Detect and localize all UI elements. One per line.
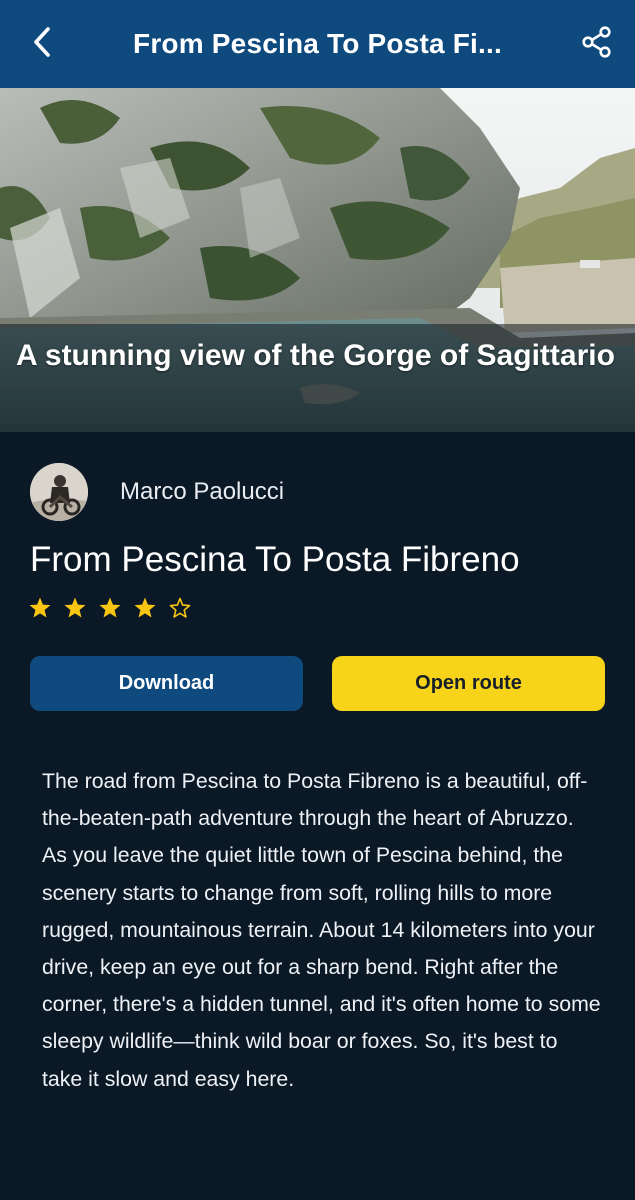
author-name[interactable]: Marco Paolucci [120, 478, 284, 506]
author-row[interactable]: Marco Paolucci [30, 462, 284, 522]
avatar[interactable] [30, 463, 88, 521]
share-icon [581, 25, 613, 63]
route-title: From Pescina To Posta Fibreno [30, 540, 520, 579]
star-empty-icon [168, 592, 203, 624]
back-button[interactable] [22, 22, 62, 66]
download-button[interactable]: Download [30, 656, 303, 711]
hero-caption: A stunning view of the Gorge of Sagittar… [16, 339, 615, 372]
star-filled-icon [98, 592, 133, 624]
route-description: The road from Pescina to Posta Fibreno i… [42, 769, 601, 1091]
star-filled-icon [133, 592, 168, 624]
chevron-left-icon [31, 25, 53, 64]
page-title: From Pescina To Posta Fi... [133, 28, 502, 59]
star-filled-icon [63, 592, 98, 624]
share-button[interactable] [577, 22, 617, 66]
open-route-button[interactable]: Open route [332, 656, 605, 711]
star-filled-icon [28, 592, 63, 624]
hero-image: A stunning view of the Gorge of Sagittar… [0, 88, 635, 432]
route-detail-screen: From Pescina To Posta Fi... A stunning v… [0, 0, 635, 1200]
hero-caption-overlay: A stunning view of the Gorge of Sagittar… [0, 324, 635, 432]
top-app-bar: From Pescina To Posta Fi... [0, 0, 635, 88]
rating-stars [28, 592, 203, 624]
